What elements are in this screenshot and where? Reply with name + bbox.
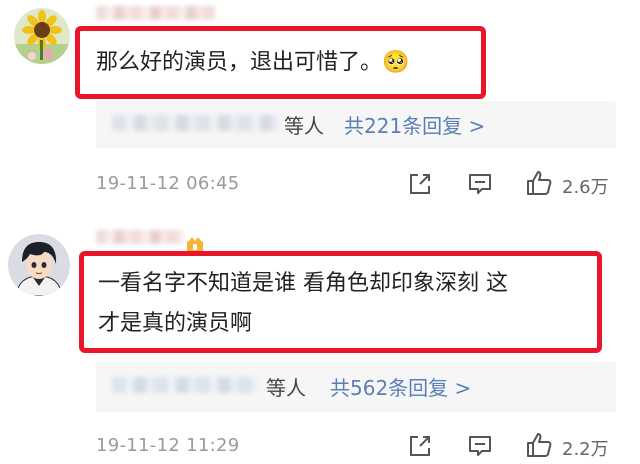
view-replies-link[interactable]: 共221条回复 > [344, 110, 485, 139]
comment-text: 那么好的演员，退出可惜了。🥺 [96, 50, 410, 75]
thumbs-up-icon[interactable] [524, 430, 554, 460]
avatar-sunflower[interactable] [14, 8, 70, 64]
share-icon[interactable] [406, 170, 434, 198]
username-blurred[interactable] [96, 6, 216, 20]
view-replies-link[interactable]: 共562条回复 > [330, 372, 471, 401]
username-blurred[interactable] [96, 230, 184, 244]
comment-icon[interactable] [466, 432, 494, 460]
like-count: 2.6万 [562, 177, 609, 198]
comment-text-line-2: 才是真的演员啊 [98, 311, 253, 336]
comment-icon[interactable] [466, 170, 494, 198]
reply-users-suffix: 等人 [284, 114, 324, 138]
reply-users-blurred [112, 115, 280, 131]
thumbs-up-icon[interactable] [524, 168, 554, 198]
reply-users-suffix: 等人 [266, 376, 306, 400]
timestamp: 19-11-12 06:45 [96, 173, 240, 194]
timestamp: 19-11-12 11:29 [96, 435, 240, 456]
comment-text-line-1: 一看名字不知道是谁 看角色却印象深刻 这 [98, 271, 508, 296]
like-count: 2.2万 [562, 439, 609, 460]
reply-users-blurred [112, 377, 260, 393]
avatar-anime-boy[interactable] [8, 234, 70, 296]
share-icon[interactable] [406, 432, 434, 460]
